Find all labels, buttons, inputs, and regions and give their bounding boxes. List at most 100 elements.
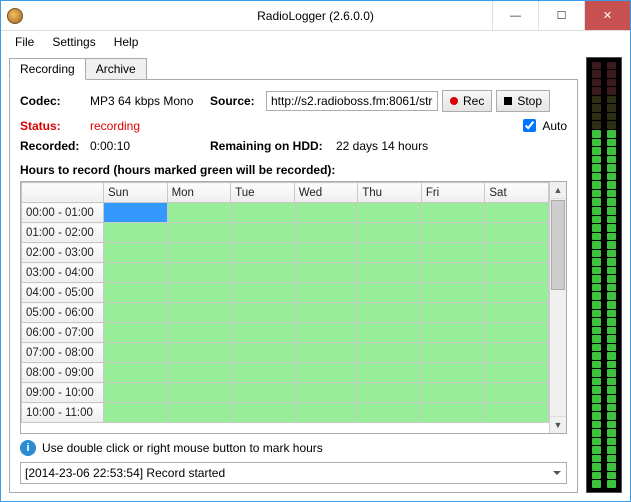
schedule-scrollbar[interactable]: ▲ ▼ bbox=[549, 182, 566, 433]
schedule-cell[interactable] bbox=[231, 203, 295, 223]
menu-file[interactable]: File bbox=[7, 33, 42, 51]
log-dropdown[interactable]: [2014-23-06 22:53:54] Record started bbox=[20, 462, 567, 484]
schedule-cell[interactable] bbox=[485, 203, 549, 223]
source-input[interactable] bbox=[266, 91, 438, 111]
minimize-button[interactable]: — bbox=[492, 1, 538, 30]
schedule-cell[interactable] bbox=[104, 203, 168, 223]
menu-settings[interactable]: Settings bbox=[44, 33, 103, 51]
schedule-cell[interactable] bbox=[421, 263, 485, 283]
remaining-label: Remaining on HDD: bbox=[210, 139, 336, 153]
schedule-cell[interactable] bbox=[167, 243, 231, 263]
schedule-cell[interactable] bbox=[104, 363, 168, 383]
schedule-table[interactable]: SunMonTueWedThuFriSat00:00 - 01:0001:00 … bbox=[21, 182, 549, 423]
schedule-cell[interactable] bbox=[167, 363, 231, 383]
tab-recording[interactable]: Recording bbox=[9, 58, 86, 80]
schedule-cell[interactable] bbox=[421, 343, 485, 363]
schedule-cell[interactable] bbox=[358, 383, 422, 403]
schedule-cell[interactable] bbox=[421, 243, 485, 263]
schedule-cell[interactable] bbox=[294, 323, 358, 343]
schedule-cell[interactable] bbox=[167, 403, 231, 423]
schedule-cell[interactable] bbox=[358, 283, 422, 303]
schedule-cell[interactable] bbox=[358, 403, 422, 423]
schedule-cell[interactable] bbox=[231, 243, 295, 263]
schedule-cell[interactable] bbox=[231, 223, 295, 243]
schedule-day-header: Wed bbox=[294, 183, 358, 203]
schedule-cell[interactable] bbox=[358, 203, 422, 223]
scroll-thumb[interactable] bbox=[551, 200, 565, 290]
schedule-cell[interactable] bbox=[358, 363, 422, 383]
schedule-cell[interactable] bbox=[167, 283, 231, 303]
schedule-cell[interactable] bbox=[421, 283, 485, 303]
schedule-cell[interactable] bbox=[485, 343, 549, 363]
schedule-cell[interactable] bbox=[485, 263, 549, 283]
schedule-cell[interactable] bbox=[231, 303, 295, 323]
schedule-cell[interactable] bbox=[294, 203, 358, 223]
schedule-cell[interactable] bbox=[231, 323, 295, 343]
schedule-cell[interactable] bbox=[294, 343, 358, 363]
schedule-cell[interactable] bbox=[485, 363, 549, 383]
schedule-cell[interactable] bbox=[104, 383, 168, 403]
schedule-cell[interactable] bbox=[104, 263, 168, 283]
schedule-cell[interactable] bbox=[104, 303, 168, 323]
schedule-cell[interactable] bbox=[294, 403, 358, 423]
schedule-cell[interactable] bbox=[421, 323, 485, 343]
close-button[interactable]: ✕ bbox=[584, 1, 630, 30]
maximize-button[interactable]: ☐ bbox=[538, 1, 584, 30]
schedule-cell[interactable] bbox=[358, 323, 422, 343]
schedule-cell[interactable] bbox=[231, 343, 295, 363]
schedule-cell[interactable] bbox=[104, 243, 168, 263]
schedule-cell[interactable] bbox=[485, 283, 549, 303]
vu-led bbox=[592, 438, 601, 446]
schedule-cell[interactable] bbox=[294, 263, 358, 283]
schedule-cell[interactable] bbox=[104, 223, 168, 243]
schedule-cell[interactable] bbox=[294, 363, 358, 383]
schedule-cell[interactable] bbox=[104, 323, 168, 343]
schedule-cell[interactable] bbox=[294, 303, 358, 323]
schedule-cell[interactable] bbox=[294, 243, 358, 263]
schedule-cell[interactable] bbox=[485, 303, 549, 323]
schedule-cell[interactable] bbox=[167, 263, 231, 283]
scroll-down-icon[interactable]: ▼ bbox=[550, 416, 566, 433]
schedule-cell[interactable] bbox=[167, 223, 231, 243]
schedule-cell[interactable] bbox=[231, 363, 295, 383]
schedule-cell[interactable] bbox=[421, 203, 485, 223]
schedule-cell[interactable] bbox=[485, 383, 549, 403]
schedule-cell[interactable] bbox=[231, 283, 295, 303]
schedule-cell[interactable] bbox=[421, 223, 485, 243]
schedule-cell[interactable] bbox=[167, 203, 231, 223]
schedule-cell[interactable] bbox=[358, 303, 422, 323]
auto-label: Auto bbox=[542, 119, 567, 133]
schedule-cell[interactable] bbox=[485, 243, 549, 263]
schedule-cell[interactable] bbox=[231, 383, 295, 403]
auto-checkbox[interactable] bbox=[523, 119, 536, 132]
schedule-cell[interactable] bbox=[421, 303, 485, 323]
schedule-cell[interactable] bbox=[421, 403, 485, 423]
rec-button[interactable]: Rec bbox=[442, 90, 492, 112]
schedule-cell[interactable] bbox=[167, 343, 231, 363]
schedule-cell[interactable] bbox=[358, 263, 422, 283]
schedule-cell[interactable] bbox=[358, 343, 422, 363]
schedule-cell[interactable] bbox=[104, 403, 168, 423]
schedule-cell[interactable] bbox=[358, 243, 422, 263]
stop-button[interactable]: Stop bbox=[496, 90, 550, 112]
schedule-cell[interactable] bbox=[104, 283, 168, 303]
schedule-cell[interactable] bbox=[485, 323, 549, 343]
schedule-cell[interactable] bbox=[104, 343, 168, 363]
menu-help[interactable]: Help bbox=[106, 33, 147, 51]
schedule-cell[interactable] bbox=[485, 223, 549, 243]
schedule-cell[interactable] bbox=[358, 223, 422, 243]
scroll-up-icon[interactable]: ▲ bbox=[550, 182, 566, 199]
schedule-cell[interactable] bbox=[167, 303, 231, 323]
tab-archive[interactable]: Archive bbox=[85, 58, 147, 80]
schedule-cell[interactable] bbox=[294, 383, 358, 403]
schedule-cell[interactable] bbox=[485, 403, 549, 423]
vu-led bbox=[607, 198, 616, 206]
schedule-cell[interactable] bbox=[167, 323, 231, 343]
schedule-cell[interactable] bbox=[231, 263, 295, 283]
schedule-cell[interactable] bbox=[294, 283, 358, 303]
schedule-cell[interactable] bbox=[167, 383, 231, 403]
schedule-cell[interactable] bbox=[231, 403, 295, 423]
schedule-cell[interactable] bbox=[421, 383, 485, 403]
schedule-cell[interactable] bbox=[421, 363, 485, 383]
schedule-cell[interactable] bbox=[294, 223, 358, 243]
